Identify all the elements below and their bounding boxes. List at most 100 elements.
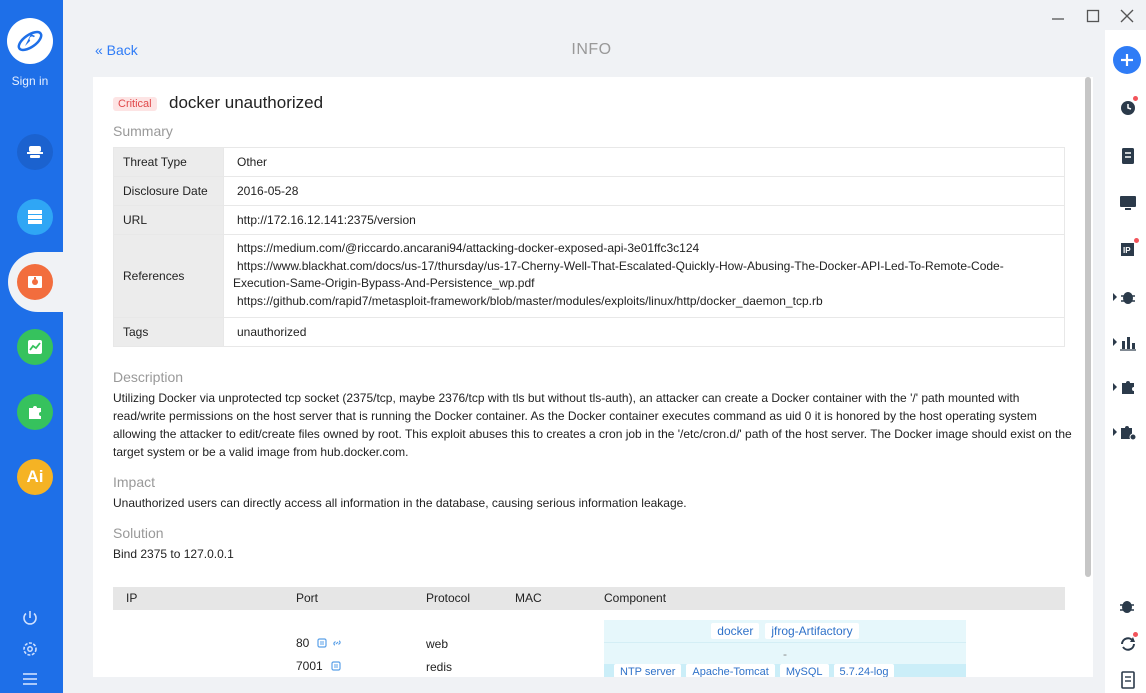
component-box: docker jfrog-Artifactory - NTP server Ap… [604, 620, 966, 677]
minimize-icon[interactable] [1048, 6, 1068, 26]
bug-settings-icon [1120, 601, 1134, 613]
table-row: URL http://172.16.12.141:2375/version [113, 205, 1065, 235]
assets-table-header: IP Port Protocol MAC Component [113, 587, 1065, 610]
document-icon[interactable] [317, 638, 327, 648]
sidebar-item-monitor[interactable] [17, 329, 53, 365]
description-heading: Description [113, 369, 184, 385]
bug-icon [1121, 292, 1135, 304]
notification-dot [1134, 238, 1139, 243]
sign-in-link[interactable]: Sign in [0, 74, 60, 88]
tags-value: unauthorized [223, 317, 1065, 347]
summary-table: Threat Type Other Disclosure Date 2016-0… [113, 147, 1065, 347]
notification-dot [1133, 96, 1138, 101]
component-tag[interactable]: MySQL [779, 664, 829, 677]
expand-caret-icon [1113, 293, 1117, 301]
debug-button[interactable] [1118, 596, 1138, 616]
ip-icon: IP [1121, 243, 1134, 256]
server-list-icon [28, 210, 42, 224]
impact-heading: Impact [113, 474, 156, 490]
table-row: Tags unauthorized [113, 317, 1065, 347]
content-scrollbar[interactable] [1085, 77, 1091, 577]
back-button[interactable]: « Back [95, 42, 138, 58]
report-button[interactable] [1118, 146, 1138, 166]
vuln-scan-button[interactable] [1113, 287, 1138, 307]
sidebar-item-assets[interactable] [17, 199, 53, 235]
component-tag[interactable]: Apache-Tomcat [686, 664, 775, 677]
puzzle-icon [1122, 381, 1134, 394]
plugin-button[interactable] [1113, 377, 1138, 397]
left-sidebar: Sign in Ai [0, 0, 78, 693]
column-header-ip: IP [126, 591, 138, 605]
settings-icon[interactable] [18, 637, 42, 661]
hacker-icon [27, 146, 43, 158]
protocol-value: redis [426, 660, 453, 674]
url-label: URL [113, 205, 224, 235]
component-row: NTP server Apache-Tomcat MySQL 5.7.24-lo… [604, 664, 966, 677]
threat-type-value: Other [223, 147, 1065, 177]
threat-type-label: Threat Type [113, 147, 224, 177]
vulnerability-detail-panel: Critical docker unauthorized Summary Thr… [93, 77, 1093, 677]
component-row-empty: - [604, 642, 966, 664]
description-text: Utilizing Docker via unprotected tcp soc… [113, 391, 1072, 459]
reference-link[interactable]: https://medium.com/@riccardo.ancarani94/… [233, 240, 1055, 258]
expand-caret-icon [1113, 383, 1117, 391]
document-icon[interactable] [331, 661, 341, 671]
protocol-value: web [426, 637, 449, 651]
port-value: 80 [296, 636, 310, 650]
plus-icon [1121, 54, 1133, 66]
sidebar-item-ai[interactable]: Ai [17, 459, 53, 495]
severity-badge: Critical [113, 97, 157, 111]
bug-report-icon [28, 276, 42, 288]
menu-icon[interactable] [18, 667, 42, 691]
plugin-settings-button[interactable] [1113, 422, 1138, 442]
sidebar-item-plugins[interactable] [17, 394, 53, 430]
summary-heading: Summary [113, 123, 173, 139]
ai-icon: Ai [26, 467, 44, 486]
monitor-icon [1120, 196, 1136, 210]
column-header-port: Port [296, 591, 319, 605]
add-task-button[interactable] [1113, 46, 1141, 74]
reference-link[interactable]: https://github.com/rapid7/metasploit-fra… [233, 293, 1055, 311]
table-row: Threat Type Other [113, 147, 1065, 177]
disclosure-date-value: 2016-05-28 [223, 176, 1065, 206]
sidebar-item-vulnerabilities[interactable] [17, 264, 53, 300]
link-icon[interactable] [332, 638, 342, 648]
clock-icon [1121, 101, 1135, 115]
puzzle-icon [29, 406, 41, 419]
solution-text: Bind 2375 to 127.0.0.1 [113, 547, 234, 561]
power-icon[interactable] [18, 606, 42, 630]
url-value[interactable]: http://172.16.12.141:2375/version [223, 205, 1065, 235]
document-list-icon [1122, 148, 1134, 164]
right-toolbar: IP [1105, 30, 1146, 693]
statistics-button[interactable] [1113, 332, 1138, 352]
refresh-button[interactable] [1118, 632, 1138, 654]
close-icon[interactable] [1117, 6, 1137, 26]
solution-heading: Solution [113, 525, 164, 541]
reference-link[interactable]: https://www.blackhat.com/docs/us-17/thur… [233, 258, 1055, 276]
references-value: https://medium.com/@riccardo.ancarani94/… [223, 234, 1065, 318]
component-tag[interactable]: 5.7.24-log [833, 664, 895, 677]
app-logo-icon[interactable] [7, 18, 53, 64]
table-row: Disclosure Date 2016-05-28 [113, 176, 1065, 206]
notification-dot [1133, 632, 1138, 637]
ip-button[interactable]: IP [1118, 238, 1139, 260]
terminal-button[interactable] [1118, 193, 1138, 213]
history-button[interactable] [1118, 96, 1138, 118]
bar-chart-icon [1120, 337, 1136, 351]
component-tag[interactable]: NTP server [614, 664, 682, 677]
disclosure-date-label: Disclosure Date [113, 176, 224, 206]
maximize-icon[interactable] [1083, 6, 1103, 26]
tags-label: Tags [113, 317, 224, 347]
svg-text:IP: IP [1123, 246, 1131, 255]
trend-chart-icon [28, 340, 42, 354]
log-file-icon [1121, 671, 1135, 689]
log-button[interactable] [1118, 670, 1138, 690]
reference-link-continued[interactable]: Execution-Same-Origin-Bypass-And-Persist… [233, 275, 1055, 293]
table-row: References https://medium.com/@riccardo.… [113, 234, 1065, 318]
column-header-protocol: Protocol [426, 591, 471, 605]
component-row: docker jfrog-Artifactory [604, 620, 966, 642]
sidebar-item-hacker[interactable] [17, 134, 53, 170]
expand-caret-icon [1113, 338, 1117, 346]
component-tag[interactable]: docker [711, 623, 760, 639]
component-tag[interactable]: jfrog-Artifactory [765, 623, 859, 639]
